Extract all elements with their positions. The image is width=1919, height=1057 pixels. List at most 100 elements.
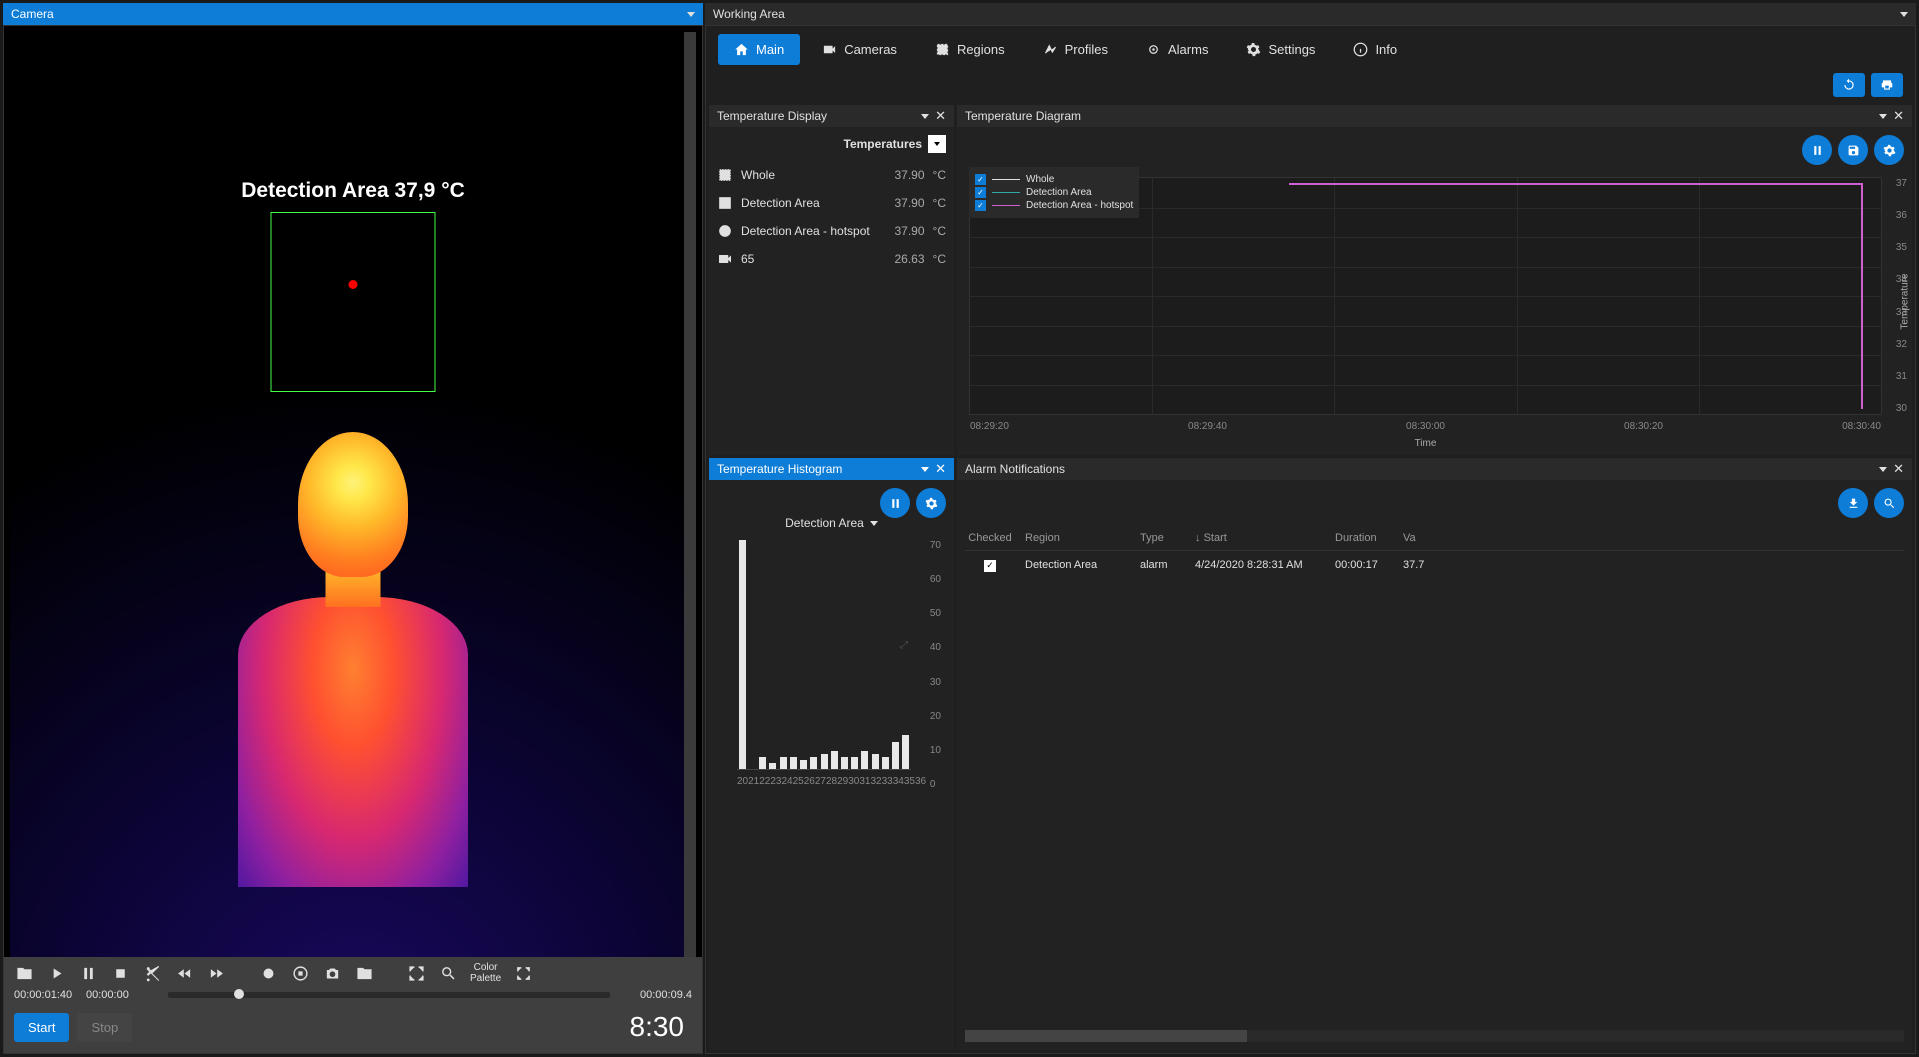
chart-legend: ✓Whole ✓Detection Area ✓Detection Area -… (969, 167, 1139, 218)
histogram-bar (810, 757, 817, 769)
alarm-export-icon[interactable] (1838, 488, 1868, 518)
col-region[interactable]: Region (1025, 532, 1130, 544)
fullscreen-icon[interactable] (513, 963, 533, 983)
time-elapsed: 00:00:01:40 (14, 989, 74, 1001)
time-total: 00:00:09.4 (632, 989, 692, 1001)
histogram-settings-icon[interactable] (916, 488, 946, 518)
print-icon[interactable] (1871, 73, 1903, 97)
dropdown-icon[interactable] (1879, 114, 1887, 119)
refresh-icon[interactable] (1833, 73, 1865, 97)
thermal-video-view[interactable]: Detection Area 37,9 °C (10, 32, 696, 957)
working-title: Working Area (713, 7, 785, 21)
x-axis-label: Time (1415, 438, 1437, 449)
histogram-bar (851, 757, 858, 769)
tab-regions[interactable]: Regions (919, 34, 1021, 65)
record-icon[interactable] (258, 963, 278, 983)
hotspot-marker-icon (349, 280, 358, 289)
histogram-bar (902, 735, 909, 769)
play-icon[interactable] (46, 963, 66, 983)
close-icon[interactable]: ✕ (935, 461, 946, 477)
temp-selector-dropdown[interactable] (928, 135, 946, 153)
camera-title: Camera (11, 7, 54, 21)
save-folder-icon[interactable] (354, 963, 374, 983)
alarm-checkbox[interactable]: ✓ (984, 560, 996, 572)
close-icon[interactable]: ✕ (1893, 108, 1904, 124)
stop-icon[interactable] (110, 963, 130, 983)
legend-item[interactable]: ✓Detection Area (975, 186, 1133, 199)
dropdown-icon[interactable] (1879, 467, 1887, 472)
dropdown-icon[interactable] (870, 521, 878, 526)
histogram-chart: Detection Area 2021222324252627282930313… (709, 480, 954, 1050)
histogram-bar (841, 757, 848, 769)
scrollbar-horizontal[interactable] (965, 1030, 1904, 1042)
detection-box (271, 212, 436, 392)
histogram-bar (800, 760, 807, 769)
dropdown-icon[interactable] (921, 114, 929, 119)
temp-display-header[interactable]: Temperature Display ✕ (709, 105, 954, 127)
time-current: 00:00:00 (86, 989, 146, 1001)
col-value[interactable]: Va (1403, 532, 1443, 544)
diagram-settings-icon[interactable] (1874, 135, 1904, 165)
clock: 8:30 (630, 1011, 685, 1043)
tab-settings[interactable]: Settings (1230, 34, 1331, 65)
tab-info[interactable]: Info (1337, 34, 1413, 65)
col-start[interactable]: ↓ Start (1195, 532, 1325, 544)
record-stop-icon[interactable] (290, 963, 310, 983)
col-type[interactable]: Type (1140, 532, 1185, 544)
start-button[interactable]: Start (14, 1013, 69, 1042)
histogram-bar (821, 754, 828, 769)
temp-row-whole: Whole37.90°C (717, 161, 946, 189)
alarm-row[interactable]: ✓ Detection Area alarm 4/24/2020 8:28:31… (965, 551, 1904, 580)
histogram-bar (892, 742, 899, 769)
y-axis-label: Temperature (1900, 273, 1911, 329)
histogram-bar (759, 757, 766, 769)
temp-row-detect: Detection Area37.90°C (717, 189, 946, 217)
close-icon[interactable]: ✕ (1893, 461, 1904, 477)
working-panel-header[interactable]: Working Area (705, 3, 1916, 25)
dropdown-icon[interactable] (921, 467, 929, 472)
tab-cameras[interactable]: Cameras (806, 34, 913, 65)
diagram-pause-icon[interactable] (1802, 135, 1832, 165)
snapshot-icon[interactable] (322, 963, 342, 983)
legend-item[interactable]: ✓Whole (975, 173, 1133, 186)
histogram-header[interactable]: Temperature Histogram ✕ (709, 458, 954, 480)
camera-panel-header[interactable]: Camera (3, 3, 703, 25)
open-folder-icon[interactable] (14, 963, 34, 983)
zoom-icon[interactable] (438, 963, 458, 983)
alarm-table: Checked Region Type ↓ Start Duration Va … (965, 526, 1904, 1026)
alarms-header[interactable]: Alarm Notifications ✕ (957, 458, 1912, 480)
tab-profiles[interactable]: Profiles (1027, 34, 1124, 65)
close-icon[interactable]: ✕ (935, 108, 946, 124)
step-fwd-icon[interactable] (206, 963, 226, 983)
cut-icon[interactable] (142, 963, 162, 983)
step-back-icon[interactable] (174, 963, 194, 983)
diagram-header[interactable]: Temperature Diagram ✕ (957, 105, 1912, 127)
nav-tabs: Main Cameras Regions Profiles Alarms Set… (706, 26, 1915, 73)
pause-icon[interactable] (78, 963, 98, 983)
histogram-bar (769, 763, 776, 769)
legend-item[interactable]: ✓Detection Area - hotspot (975, 199, 1133, 212)
temp-row-device: 6526.63°C (717, 245, 946, 273)
dropdown-icon[interactable] (1900, 12, 1908, 17)
histogram-region-select[interactable]: Detection Area (785, 516, 864, 530)
histogram-bar (739, 540, 746, 769)
scrollbar-vertical[interactable] (684, 32, 696, 957)
dropdown-icon[interactable] (687, 12, 695, 17)
timeline-slider[interactable] (168, 992, 610, 998)
tab-main[interactable]: Main (718, 34, 800, 65)
temp-row-hotspot: Detection Area - hotspot37.90°C (717, 217, 946, 245)
col-checked[interactable]: Checked (965, 532, 1015, 544)
histogram-bar (882, 757, 889, 769)
col-duration[interactable]: Duration (1335, 532, 1393, 544)
diagram-save-icon[interactable] (1838, 135, 1868, 165)
resize-icon[interactable]: ⤢ (900, 640, 910, 650)
camera-body: Detection Area 37,9 °C (3, 25, 703, 1054)
histogram-bar (790, 757, 797, 769)
alarm-search-icon[interactable] (1874, 488, 1904, 518)
histogram-pause-icon[interactable] (880, 488, 910, 518)
fit-icon[interactable] (406, 963, 426, 983)
tab-alarms[interactable]: Alarms (1130, 34, 1224, 65)
histogram-bar (831, 751, 838, 769)
stop-button: Stop (77, 1013, 132, 1042)
color-palette-button[interactable]: ColorPalette (470, 963, 501, 983)
